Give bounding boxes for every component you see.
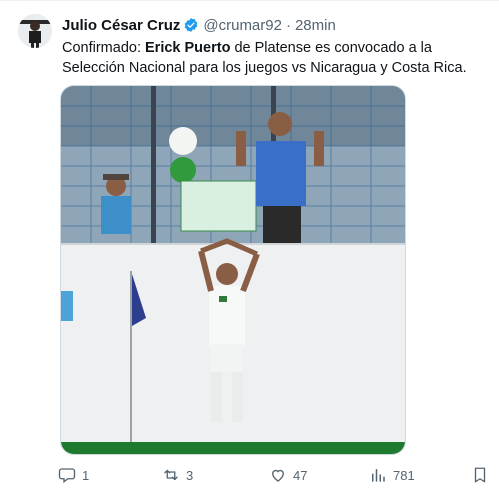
tweet-photo[interactable] bbox=[60, 85, 406, 455]
tweet-text: Confirmado: Erick Puerto de Platense es … bbox=[62, 38, 482, 78]
like-icon bbox=[272, 469, 284, 482]
author-handle[interactable]: @crumar92 bbox=[203, 17, 282, 34]
like-count: 47 bbox=[293, 467, 308, 483]
reply-count: 1 bbox=[82, 467, 90, 483]
tweet-actions: 1 3 47 781 bbox=[58, 463, 490, 487]
bookmark-button[interactable] bbox=[471, 463, 489, 487]
views-count: 781 bbox=[393, 467, 415, 483]
like-button[interactable]: 47 bbox=[269, 463, 307, 487]
verified-badge-icon bbox=[185, 18, 198, 32]
tweet-text-prefix: Confirmado: bbox=[62, 40, 146, 56]
views-icon bbox=[372, 469, 385, 482]
retweet-count: 3 bbox=[186, 467, 194, 483]
tweet-header: Julio César Cruz @crumar92 · 28min bbox=[62, 15, 489, 35]
views-button[interactable]: 781 bbox=[369, 463, 415, 487]
author-name[interactable]: Julio César Cruz bbox=[62, 17, 180, 34]
reply-icon bbox=[58, 468, 76, 484]
reply-button[interactable]: 1 bbox=[58, 463, 89, 487]
timestamp[interactable]: 28min bbox=[295, 17, 336, 34]
retweet-icon bbox=[164, 469, 178, 481]
photo-illustration bbox=[61, 86, 405, 454]
top-divider bbox=[0, 0, 499, 1]
retweet-button[interactable]: 3 bbox=[162, 463, 193, 487]
bookmark-icon bbox=[474, 467, 486, 483]
tweet-text-bold: Erick Puerto bbox=[145, 40, 231, 56]
separator: · bbox=[285, 16, 291, 34]
avatar[interactable] bbox=[18, 14, 52, 48]
